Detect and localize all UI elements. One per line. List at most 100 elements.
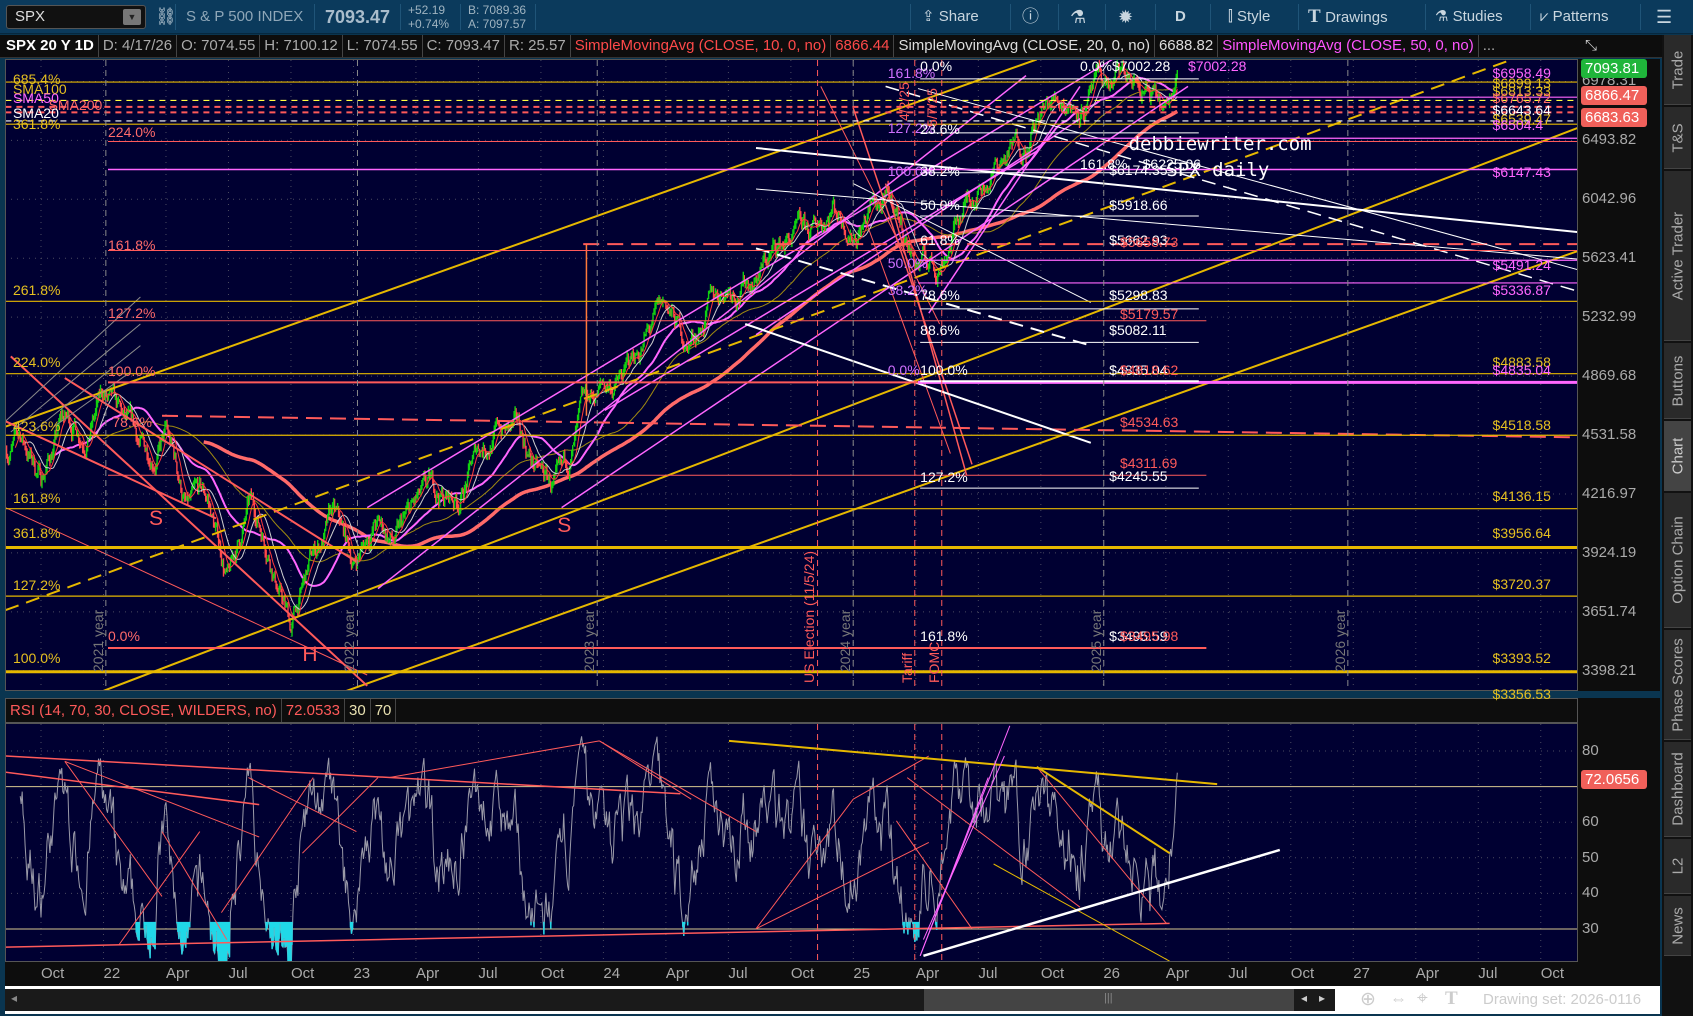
time-label: Apr [1165,965,1190,982]
text-icon[interactable]: T [1445,988,1458,1010]
time-label: Apr [665,965,690,982]
time-label: 23 [353,965,371,982]
rsi-label[interactable]: RSI (14, 70, 30, CLOSE, WILDERS, no) [6,699,282,722]
price-axis[interactable]: 6978.31 6493.82 6042.96 5623.41 5232.99 4869.… [1578,59,1660,691]
tab-label: T&S [1669,122,1686,153]
sma50-label[interactable]: SimpleMovingAvg (CLOSE, 50, 0, no) [1218,35,1479,57]
sma10-value: 6866.44 [831,35,895,57]
time-label: Jul [1478,965,1498,982]
grip-icon: ||| [1104,992,1113,1004]
rsi-tick: 50 [1582,848,1599,866]
sidebar-tab-option-chain[interactable]: Option Chain [1664,493,1691,628]
horizontal-scrollbar[interactable]: ◂ ||| ◂ ▸ [5,989,1335,1011]
time-label: 25 [853,965,871,982]
bar-close: C: 7093.47 [423,35,505,57]
text-tool-icon: T [1308,6,1326,27]
price-tick: 3398.21 [1582,661,1637,679]
sidebar-tab-l2[interactable]: L2 [1664,839,1691,894]
time-axis[interactable]: Oct 22 Apr Jul Oct 23 Apr Jul Oct 24 Apr Jul Oct 25 Ap… [5,962,1660,986]
share-button[interactable]: ⇪ Share [922,0,979,34]
percent-change: +0.74% [408,17,450,31]
rsi-axis[interactable]: 80 60 50 40 30 72.0656 [1578,698,1660,962]
sidebar-tab-chart[interactable]: Chart [1664,421,1691,491]
rsi-header: RSI (14, 70, 30, CLOSE, WILDERS, no) 72.0… [5,698,1578,723]
sma20-label[interactable]: SimpleMovingAvg (CLOSE, 20, 0, no) [894,35,1155,57]
net-change: +52.19 [408,3,446,17]
rsi-overbought: 70 [371,699,397,722]
studies-button[interactable]: ⚗ Studies [1435,0,1503,34]
time-label: Oct [41,965,65,982]
time-label: Apr [1415,965,1440,982]
price-tick: 5623.41 [1582,249,1637,267]
info-icon[interactable]: ⓘ [1022,0,1039,34]
price-tick: 6042.96 [1582,190,1637,208]
link-icon[interactable]: ⛓ [155,0,177,34]
bar-low: L: 7074.55 [343,35,423,57]
tab-label: Chart [1669,437,1686,474]
drawing-set-label[interactable]: Drawing set: 2026-0116 [1483,991,1641,1008]
more-studies[interactable]: ... [1479,35,1500,57]
rsi-panel[interactable] [5,723,1578,962]
time-label: 26 [1103,965,1121,982]
style-label: Style [1236,8,1271,25]
flask-icon[interactable]: ⚗ [1070,0,1086,34]
sidebar-tab-t-s[interactable]: T&S [1664,107,1691,169]
sma10-label[interactable]: SimpleMovingAvg (CLOSE, 10, 0, no) [571,35,832,57]
share-label: Share [938,8,979,25]
rsi-tick: 30 [1582,920,1599,937]
aggregation-button[interactable]: D [1175,0,1186,34]
pan-icon[interactable]: ⇔ [1390,989,1407,1009]
time-label: 27 [1353,965,1370,982]
drawings-button[interactable]: T Drawings [1308,0,1388,34]
top-toolbar: SPX ▼ ⛓ S & P 500 INDEX 7093.47 +52.19 +0… [0,0,1693,34]
sidebar-tab-news[interactable]: News [1664,896,1691,956]
patterns-button[interactable]: ⩗ Patterns [1540,0,1609,34]
zoom-in-icon[interactable]: ⊕ [1360,988,1376,1011]
ask-price: A: 7097.57 [468,17,527,31]
price-tick: 4869.68 [1582,367,1637,385]
time-label: Jul [978,965,998,982]
share-icon: ⇪ [922,8,939,25]
menu-icon[interactable]: ☰ [1656,0,1672,34]
auto-scale-icon[interactable]: ⤡ [1585,37,1597,54]
price-tick: 5232.99 [1582,308,1637,326]
scrollbar-thumb[interactable]: ||| [924,989,1294,1011]
tab-label: Option Chain [1669,516,1686,604]
rsi-tick: 80 [1582,742,1599,759]
time-label: Jul [228,965,248,982]
sidebar-tab-trade[interactable]: Trade [1664,35,1691,105]
chart-info-bar: SPX 20 Y 1D D: 4/17/26 O: 7074.55 H: 7100.1… [0,35,1693,58]
time-label: 24 [603,965,621,982]
time-label: Oct [290,965,315,982]
price-tick: 4531.58 [1582,426,1637,444]
gear-icon[interactable]: ✹ [1118,0,1133,34]
price-badge: 6866.47 [1581,85,1647,105]
bar-open: O: 7074.55 [177,35,261,57]
rsi-tick: 40 [1582,884,1599,902]
price-tick: 3924.19 [1582,543,1637,561]
sidebar-tab-buttons[interactable]: Buttons [1664,343,1691,419]
rsi-tick: 60 [1582,813,1599,831]
price-badge: 6683.63 [1581,107,1647,127]
style-button[interactable]: ⫿ Style [1228,0,1270,34]
tab-label: Active Trader [1669,211,1686,300]
chart-title: SPX 20 Y 1D [0,35,99,57]
scroll-forward-icon[interactable]: ▸ [1319,991,1325,1005]
price-chart-panel[interactable] [5,59,1578,691]
time-label: Oct [790,965,815,982]
time-label: Oct [1290,965,1315,982]
time-label: Oct [540,965,565,982]
crosshair-icon[interactable]: ⌖ [1417,988,1428,1010]
sidebar-tab-active-trader[interactable]: Active Trader [1664,171,1691,341]
scroll-back-icon[interactable]: ◂ [1301,991,1307,1005]
sidebar-tab-dashboard[interactable]: Dashboard [1664,742,1691,837]
sidebar-tab-phase-scores[interactable]: Phase Scores [1664,630,1691,740]
bar-date: D: 4/17/26 [99,35,178,57]
last-price: 7093.47 [325,7,391,27]
chevron-down-icon[interactable]: ▼ [123,9,141,25]
scroll-left-icon[interactable]: ◂ [11,991,17,1005]
time-label: Jul [1228,965,1248,982]
time-label: Jul [728,965,748,982]
time-label: Jul [478,965,498,982]
symbol-selector[interactable]: SPX ▼ [6,5,146,29]
